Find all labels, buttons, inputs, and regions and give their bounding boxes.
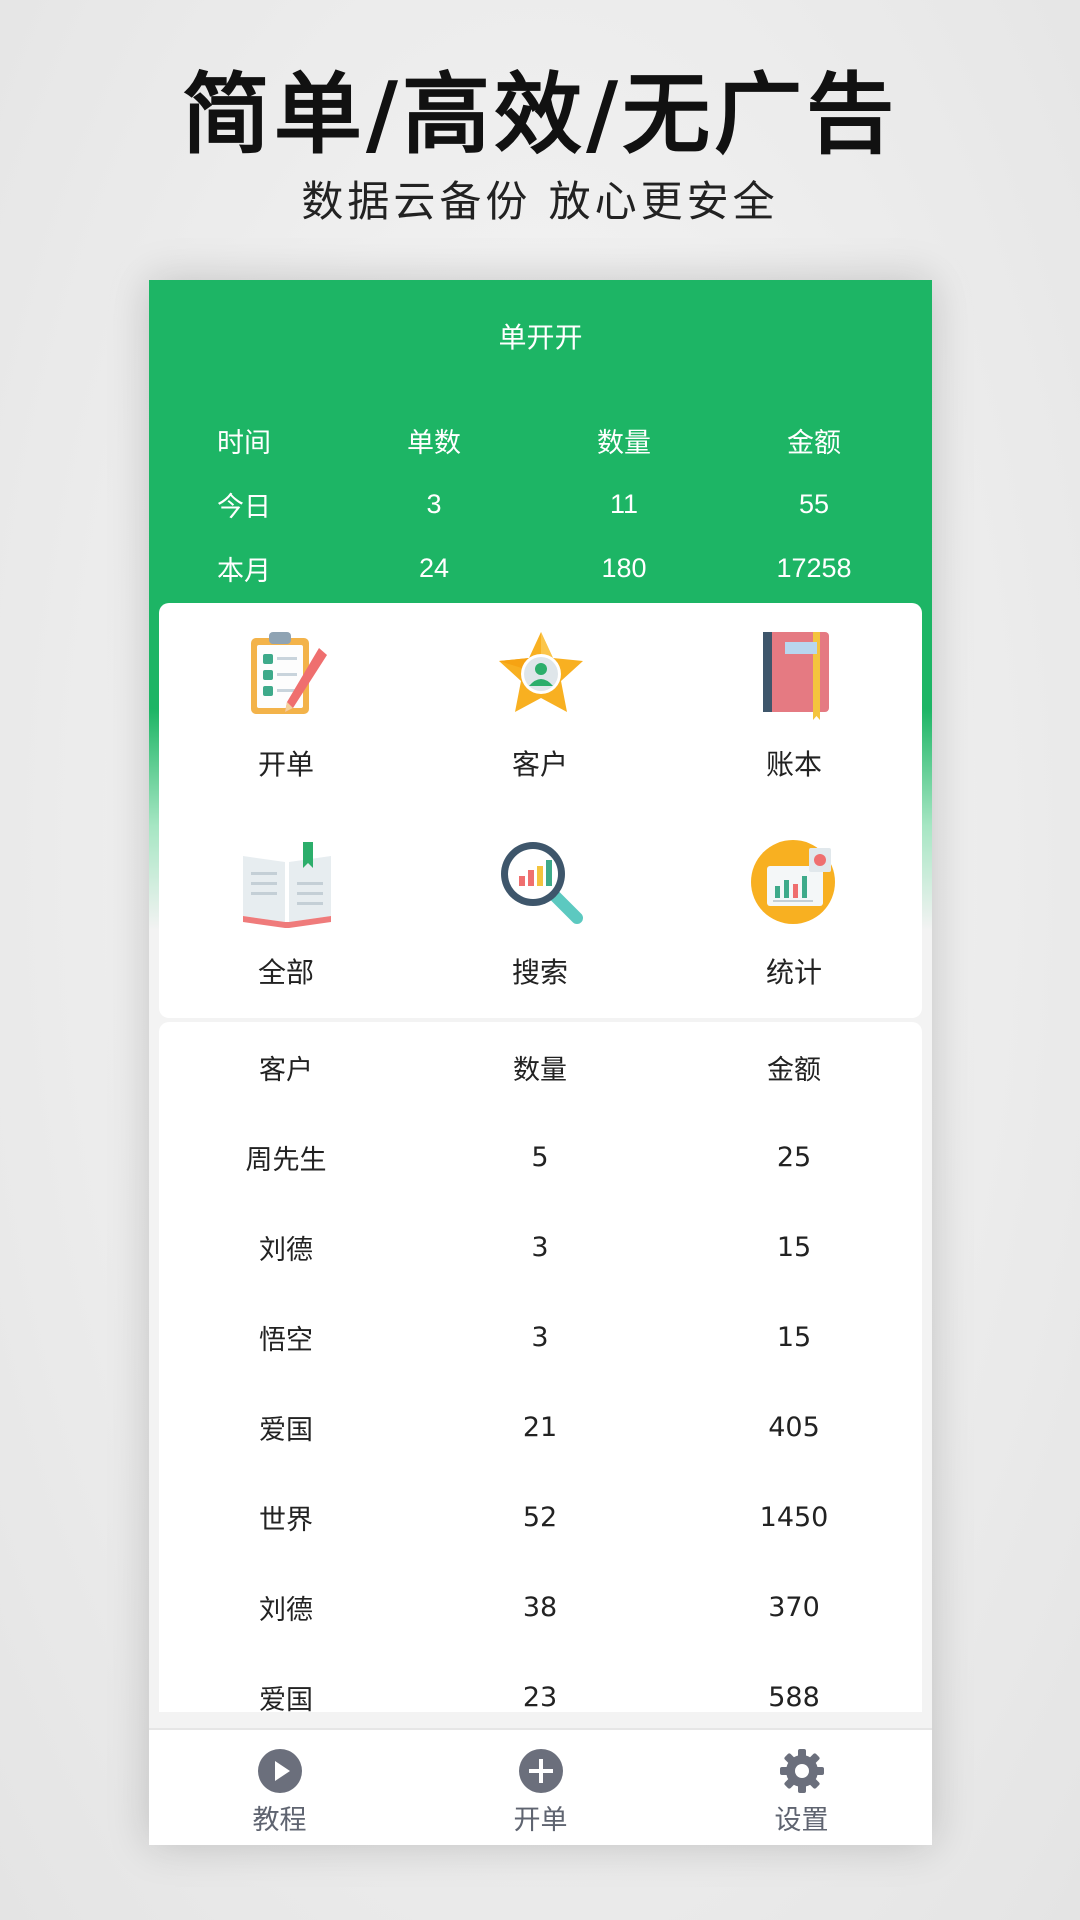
- stats-cell: 本月: [217, 555, 271, 586]
- customer-amount: 15: [776, 1231, 812, 1263]
- menu-item-create-order[interactable]: 开单: [159, 603, 413, 811]
- clipboard-checklist-icon: [251, 632, 327, 714]
- stats-row-month: 本月 24 180 17258: [149, 536, 932, 600]
- customer-name: 周先生: [245, 1144, 327, 1176]
- tab-label: 开单: [513, 1805, 568, 1836]
- customer-quantity: 23: [522, 1681, 558, 1713]
- menu-item-label: 客户: [511, 748, 568, 781]
- menu-card: 开单 客户 账本 全部 搜索 统计: [159, 603, 922, 1018]
- stats-cell: 180: [601, 552, 647, 583]
- customer-amount: 25: [776, 1141, 812, 1173]
- search-chart-icon: [501, 842, 583, 924]
- customer-row[interactable]: 世界 52 1450: [159, 1472, 922, 1562]
- stats-cell: 24: [418, 552, 450, 583]
- menu-item-label: 全部: [257, 956, 314, 989]
- column-header: 数量: [513, 1054, 567, 1086]
- menu-item-search[interactable]: 搜索: [413, 811, 667, 1018]
- customer-amount: 370: [768, 1591, 820, 1623]
- menu-item-label: 搜索: [511, 956, 568, 989]
- menu-item-statistics[interactable]: 统计: [667, 811, 921, 1018]
- customer-name: 悟空: [259, 1324, 313, 1356]
- stats-header-row: 时间 单数 数量 金额: [149, 408, 932, 472]
- stats-header-cell: 时间: [217, 427, 271, 458]
- customer-row[interactable]: 悟空 3 15: [159, 1292, 922, 1382]
- stats-cell: 55: [798, 488, 830, 519]
- notebook-icon: [763, 632, 829, 720]
- customer-name: 刘德: [259, 1234, 313, 1266]
- column-header: 金额: [767, 1054, 821, 1086]
- customer-list: 客户 数量 金额 周先生 5 25 刘德 3 15 悟空 3 15 爱国 21 …: [159, 1022, 922, 1716]
- menu-item-customers[interactable]: 客户: [413, 603, 667, 811]
- stats-summary: 时间 单数 数量 金额 今日 3 11 55 本月 24 180 17258: [149, 408, 932, 600]
- statistics-report-icon: [751, 840, 835, 924]
- menu-item-label: 账本: [765, 748, 822, 781]
- menu-item-all[interactable]: 全部: [159, 811, 413, 1018]
- promo-title: 简单/高效/无广告: [181, 63, 899, 166]
- menu-item-ledger[interactable]: 账本: [667, 603, 921, 811]
- tab-label: 教程: [252, 1805, 307, 1836]
- menu-item-label: 开单: [257, 748, 314, 781]
- customer-quantity: 52: [522, 1501, 558, 1533]
- customer-amount: 588: [768, 1681, 820, 1713]
- stats-row-today: 今日 3 11 55: [149, 472, 932, 536]
- stats-header-cell: 单数: [407, 427, 461, 458]
- customer-row[interactable]: 刘德 3 15: [159, 1202, 922, 1292]
- promo-subtitle: 数据云备份 放心更安全: [301, 177, 779, 226]
- customer-amount: 1450: [759, 1501, 829, 1533]
- menu-item-label: 统计: [765, 956, 822, 989]
- customer-quantity: 3: [531, 1231, 549, 1263]
- app-title: 单开开: [498, 321, 583, 354]
- customer-quantity: 38: [522, 1591, 558, 1623]
- bottom-tab-bar: 教程 开单 设置: [149, 1728, 932, 1845]
- customer-list-header: 客户 数量 金额: [159, 1022, 922, 1112]
- tab-label: 设置: [774, 1805, 829, 1836]
- stats-cell: 3: [426, 488, 442, 519]
- customer-row[interactable]: 刘德 38 370: [159, 1562, 922, 1652]
- stats-cell: 17258: [776, 552, 852, 583]
- customer-row[interactable]: 周先生 5 25: [159, 1112, 922, 1202]
- customer-name: 刘德: [259, 1594, 313, 1626]
- customer-name: 爱国: [259, 1684, 313, 1716]
- customer-quantity: 5: [531, 1141, 549, 1173]
- tab-settings[interactable]: 设置: [671, 1730, 932, 1845]
- customer-star-icon: [499, 632, 583, 712]
- app-screen: 单开开 时间 单数 数量 金额 今日 3 11 55 本月 24 180 172…: [149, 280, 932, 1845]
- stats-header-cell: 金额: [787, 427, 841, 458]
- plus-circle-icon: [518, 1749, 563, 1793]
- customer-name: 世界: [259, 1504, 313, 1536]
- customer-row[interactable]: 爱国 21 405: [159, 1382, 922, 1472]
- tab-tutorial[interactable]: 教程: [149, 1730, 410, 1845]
- gear-icon: [779, 1749, 824, 1793]
- customer-name: 爱国: [259, 1414, 313, 1446]
- stats-header-cell: 数量: [597, 427, 651, 458]
- customer-quantity: 21: [522, 1411, 558, 1443]
- play-circle-icon: [257, 1749, 302, 1793]
- customer-quantity: 3: [531, 1321, 549, 1353]
- customer-amount: 15: [776, 1321, 812, 1353]
- column-header: 客户: [259, 1054, 313, 1086]
- customer-amount: 405: [768, 1411, 820, 1443]
- stats-cell: 11: [609, 488, 639, 519]
- open-book-icon: [243, 842, 331, 928]
- tab-create-order[interactable]: 开单: [410, 1730, 671, 1845]
- stats-cell: 今日: [217, 491, 271, 522]
